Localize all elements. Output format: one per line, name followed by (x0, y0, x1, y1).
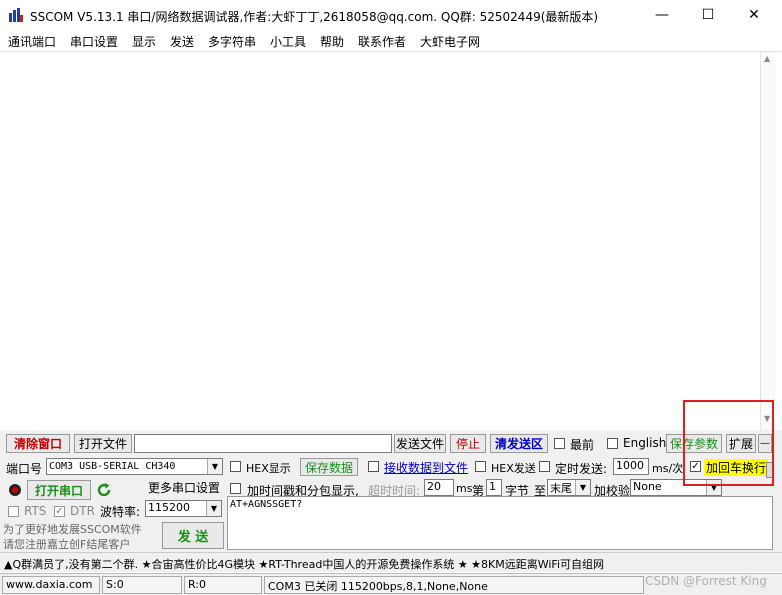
topmost-label: 最前 (570, 438, 595, 452)
hex-display-label: HEX显示 (246, 462, 291, 475)
hex-display-checkbox[interactable] (230, 461, 241, 472)
topmost-checkbox[interactable] (554, 438, 565, 449)
timed-send-checkbox[interactable] (539, 461, 550, 472)
stop-button[interactable]: 停止 (450, 434, 486, 453)
status-port-info: COM3 已关闭 115200bps,8,1,None,None (264, 576, 644, 594)
send-button[interactable]: 发 送 (162, 522, 224, 549)
open-file-button[interactable]: 打开文件 (74, 434, 132, 453)
save-data-button[interactable]: 保存数据 (300, 458, 358, 476)
maximize-button[interactable]: ☐ (686, 0, 730, 30)
port-select[interactable]: COM3 USB-SERIAL CH340 ▼ (46, 458, 223, 475)
hex-send-checkbox[interactable] (475, 461, 486, 472)
english-label: English (623, 436, 667, 450)
status-received-count: R:0 (184, 576, 262, 594)
rts-checkbox[interactable] (8, 506, 19, 517)
news-ticker[interactable]: ▲Q群满员了,没有第二个群. ★合宙高性价比4G模块 ★RT-Thread中国人… (0, 552, 782, 572)
menu-comm-port[interactable]: 通讯端口 (8, 33, 56, 50)
status-website[interactable]: www.daxia.com (2, 576, 100, 594)
menu-daxia-site[interactable]: 大虾电子网 (420, 33, 480, 50)
clear-send-button[interactable]: 清发送区 (490, 434, 548, 453)
receive-scrollbar[interactable]: ▲ ▼ (760, 52, 775, 430)
baud-select[interactable]: 115200 ▼ (145, 500, 222, 517)
timed-send-label: 定时发送: (555, 462, 608, 476)
menu-contact-author[interactable]: 联系作者 (358, 33, 406, 50)
menu-help[interactable]: 帮助 (320, 33, 344, 50)
annotation-highlight-box (683, 400, 774, 486)
receive-area[interactable] (0, 52, 775, 430)
status-sent-count: S:0 (102, 576, 182, 594)
clear-window-button[interactable]: 清除窗口 (6, 434, 70, 453)
byte-start-input[interactable]: 1 (486, 479, 502, 496)
menu-bar: 通讯端口 串口设置 显示 发送 多字符串 小工具 帮助 联系作者 大虾电子网 (0, 30, 782, 52)
baud-value: 115200 (148, 501, 190, 514)
english-checkbox[interactable] (607, 438, 618, 449)
port-label: 端口号 (6, 462, 43, 476)
scroll-up-icon[interactable]: ▲ (764, 54, 770, 63)
timestamp-checkbox[interactable] (230, 483, 241, 494)
menu-serial-settings[interactable]: 串口设置 (70, 33, 118, 50)
dropdown-arrow-icon: ▼ (575, 480, 590, 495)
baud-label: 波特率: (100, 505, 141, 519)
dropdown-arrow-icon: ▼ (206, 501, 221, 516)
interval-unit: ms/次 (652, 462, 684, 475)
send-file-button[interactable]: 发送文件 (394, 434, 446, 453)
menu-tools[interactable]: 小工具 (270, 33, 306, 50)
more-port-settings-button[interactable]: 更多串口设置 (146, 480, 222, 495)
promo-line-2[interactable]: 请您注册嘉立创F结尾客户 (3, 536, 130, 552)
file-path-field[interactable] (134, 434, 392, 453)
checksum-value: None (633, 480, 662, 493)
menu-send[interactable]: 发送 (170, 33, 194, 50)
menu-display[interactable]: 显示 (132, 33, 156, 50)
dtr-label: DTR (70, 504, 95, 518)
end-select[interactable]: 末尾 ▼ (547, 479, 591, 496)
minimize-button[interactable]: — (640, 0, 684, 30)
window-title: SSCOM V5.13.1 串口/网络数据调试器,作者:大虾丁丁,2618058… (30, 10, 599, 24)
close-button[interactable]: ✕ (732, 0, 776, 30)
hex-send-label: HEX发送 (491, 462, 536, 475)
dropdown-arrow-icon: ▼ (207, 459, 222, 474)
refresh-icon[interactable] (96, 482, 112, 498)
menu-multi-string[interactable]: 多字符串 (208, 33, 256, 50)
app-icon (9, 8, 23, 22)
promo-line-1[interactable]: 为了更好地发展SSCOM软件 (3, 521, 142, 537)
interval-input[interactable]: 1000 (613, 458, 649, 475)
send-input[interactable]: AT+AGNSSGET? (227, 496, 773, 550)
port-value: COM3 USB-SERIAL CH340 (49, 461, 176, 472)
open-port-button[interactable]: 打开串口 (27, 480, 91, 500)
timeout-unit: ms (456, 482, 473, 495)
recv-to-file-checkbox[interactable] (368, 461, 379, 472)
dtr-checkbox[interactable]: ✓ (54, 506, 65, 517)
port-status-indicator-icon (9, 484, 21, 496)
recv-to-file-label[interactable]: 接收数据到文件 (384, 459, 468, 476)
title-bar: SSCOM V5.13.1 串口/网络数据调试器,作者:大虾丁丁,2618058… (0, 0, 782, 30)
watermark: CSDN @Forrest King (645, 574, 767, 588)
rts-label: RTS (24, 504, 47, 518)
timeout-input[interactable]: 20 (424, 479, 454, 496)
end-value: 末尾 (550, 482, 572, 495)
